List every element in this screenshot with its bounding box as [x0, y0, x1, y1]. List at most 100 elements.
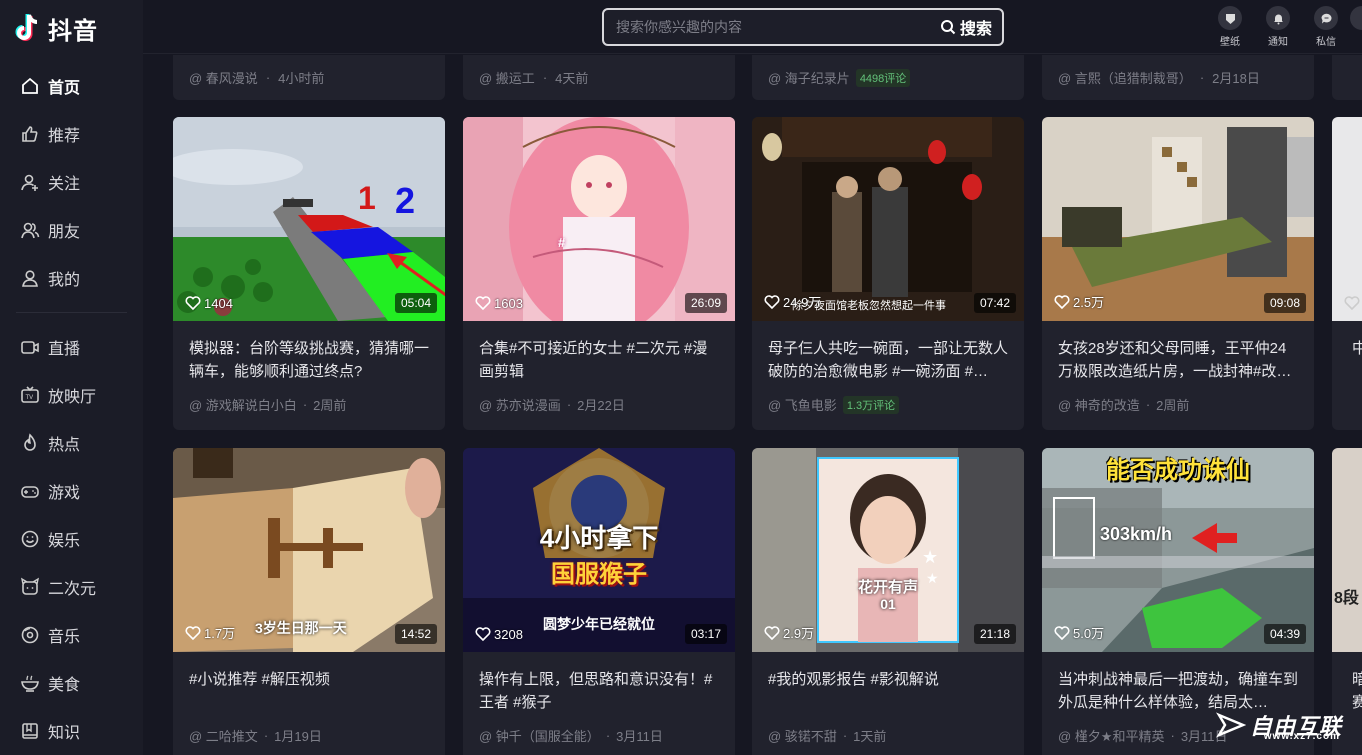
- nav-item-label: 推荐: [48, 128, 81, 145]
- video-duration: 07:42: [973, 293, 1016, 313]
- video-card-stub[interactable]: @ 搬运工 · 4天前: [463, 55, 735, 100]
- video-title[interactable]: 女孩28岁还和父母同睡，王平仲24万极限改造纸片房，一战封神#改…: [1042, 321, 1314, 387]
- post-time: 4小时前: [278, 71, 325, 86]
- post-time: 2周前: [1156, 398, 1190, 413]
- video-card[interactable]: 4小时拿下 国服猴子 圆梦少年已经就位 3208 03:17 操作有上限，但思路…: [463, 448, 735, 755]
- video-title[interactable]: 母子仨人共吃一碗面，一部让无数人破防的治愈微电影 #一碗汤面 #…: [752, 321, 1024, 387]
- nav-item-entertainment[interactable]: 娱乐: [0, 515, 143, 563]
- thumbnail-partial-text: 8段: [1334, 590, 1359, 607]
- nav-item-knowledge[interactable]: 知识: [0, 707, 143, 755]
- video-card[interactable]: 3岁生日那一天 1.7万 14:52 #小说推荐 #解压视频 @ 二哈推文 · 1月…: [173, 448, 445, 755]
- search-input[interactable]: [604, 10, 930, 44]
- author-name[interactable]: @ 游戏解说白小白: [189, 395, 297, 414]
- author-name[interactable]: @ 二哈推文: [189, 726, 258, 745]
- author-name[interactable]: @ 苏亦说漫画: [479, 395, 561, 414]
- video-title[interactable]: 合集#不可接近的女士 #二次元 #漫画剪辑: [463, 321, 735, 387]
- nav-item-home[interactable]: 首页: [0, 62, 143, 110]
- video-thumbnail: 4小时拿下 国服猴子 圆梦少年已经就位 3208 03:17: [463, 448, 735, 652]
- video-card-stub[interactable]: @ 言熙（追猎制裁哥） · 2月18日: [1042, 55, 1314, 100]
- message-button[interactable]: 私信: [1302, 6, 1350, 48]
- nav-item-recommend[interactable]: 推荐: [0, 110, 143, 158]
- nav-item-label: 关注: [48, 176, 81, 193]
- nav-item-me[interactable]: 我的: [0, 254, 143, 302]
- book-icon: [22, 723, 38, 739]
- bowl-icon: [21, 675, 39, 692]
- anime-icon: [21, 577, 39, 595]
- nav-item-cinema[interactable]: TV 放映厅: [0, 371, 143, 419]
- video-thumbnail: 8段: [1332, 448, 1362, 652]
- nav-item-label: 热点: [48, 437, 81, 454]
- heart-icon: [1344, 296, 1360, 311]
- video-meta: @ 苏亦说漫画 · 2月22日: [479, 395, 625, 414]
- home-icon: [22, 77, 38, 94]
- heart-icon: [764, 294, 780, 309]
- notification-button[interactable]: 通知: [1254, 6, 1302, 48]
- video-card-stub[interactable]: @ 海子纪录片 4498评论: [752, 55, 1024, 100]
- like-count: 5.0万: [1054, 623, 1104, 642]
- post-time: 3月11日: [616, 729, 663, 744]
- author-name[interactable]: @ 飞鱼电影: [768, 395, 837, 414]
- wallpaper-icon: [1225, 13, 1235, 24]
- svg-text:TV: TV: [26, 395, 34, 401]
- author-name[interactable]: @ 槿夕★和平精英: [1058, 726, 1164, 745]
- video-card[interactable]: 除夕夜面馆老板忽然想起一件事 24.9万 07:42 母子仨人共吃一碗面，一部让…: [752, 117, 1024, 430]
- author-name[interactable]: @ 神奇的改造: [1058, 395, 1140, 414]
- like-count: 2.5万: [1054, 292, 1104, 311]
- nav-item-music[interactable]: 音乐: [0, 611, 143, 659]
- video-thumbnail: [1332, 117, 1362, 321]
- nav-item-food[interactable]: 美食: [0, 659, 143, 707]
- search-button[interactable]: 搜索: [930, 15, 1002, 39]
- svg-text:1: 1: [358, 180, 376, 216]
- video-thumbnail: 除夕夜面馆老板忽然想起一件事 24.9万 07:42: [752, 117, 1024, 321]
- nav-item-label: 音乐: [48, 629, 81, 646]
- video-card-stub[interactable]: @ 春风漫说 · 4小时前: [173, 55, 445, 100]
- wallpaper-label: 壁纸: [1220, 37, 1240, 48]
- top-bar: 搜索 壁纸 通知 私信: [143, 0, 1362, 54]
- nav-item-follow[interactable]: 关注: [0, 158, 143, 206]
- video-card[interactable]: # 1603 26:09 合集#不可接近的女士 #二次元 #漫画剪辑 @ 苏亦说…: [463, 117, 735, 430]
- thumbnail-subheadline: 国服猴子: [551, 561, 647, 588]
- nav-item-anime[interactable]: 二次元: [0, 563, 143, 611]
- video-title-partial[interactable]: 中: [1332, 321, 1362, 387]
- smile-icon: [21, 530, 39, 548]
- author-name[interactable]: @ 骇锘不甜: [768, 726, 837, 745]
- author-name[interactable]: @ 钟千（国服全能）: [479, 726, 600, 745]
- nav-item-label: 二次元: [48, 581, 97, 598]
- video-card[interactable]: 2.5万 09:08 女孩28岁还和父母同睡，王平仲24万极限改造纸片房，一战封…: [1042, 117, 1314, 430]
- video-duration: 04:39: [1263, 624, 1306, 644]
- video-card[interactable]: 1 2 1404 05:04 模拟器：台阶等级挑战赛，猜猜哪一辆车，能够顺利通过…: [173, 117, 445, 430]
- video-title[interactable]: #小说推荐 #解压视频: [173, 652, 445, 718]
- heart-icon: [1054, 625, 1070, 640]
- music-disc-icon: [21, 626, 39, 644]
- thumbnail-headline: 4小时拿下: [539, 523, 659, 553]
- nav-item-label: 娱乐: [48, 533, 81, 550]
- like-count-value: 1.7万: [204, 626, 236, 641]
- like-count-value: 3208: [494, 626, 523, 642]
- live-camera-icon: [21, 341, 39, 354]
- video-card-partial[interactable]: 中: [1332, 117, 1362, 430]
- nav-menu: 首页 推荐 关注 朋友 我的 直播 TV 放映厅 热点 游戏 娱乐 二次元 音乐…: [0, 62, 143, 755]
- video-card-stub-partial[interactable]: [1332, 55, 1362, 100]
- thumbs-up-icon: [22, 126, 38, 142]
- nav-item-games[interactable]: 游戏: [0, 467, 143, 515]
- bell-icon: [1273, 14, 1283, 24]
- like-count: 1603: [475, 295, 523, 311]
- video-card[interactable]: ★ ★ 花开有声 01 2.9万 21:18 #我的观影报告 #影视解说 @ 骇…: [752, 448, 1024, 755]
- like-count: 3208: [475, 626, 523, 642]
- video-title[interactable]: 模拟器：台阶等级挑战赛，猜猜哪一辆车，能够顺利通过终点?: [173, 321, 445, 387]
- more-action-partial[interactable]: [1350, 6, 1362, 48]
- video-duration: 03:17: [684, 624, 727, 644]
- video-thumbnail: 3岁生日那一天 1.7万 14:52: [173, 448, 445, 652]
- video-title[interactable]: 操作有上限，但思路和意识没有！#王者 #猴子: [463, 652, 735, 718]
- app-logo[interactable]: 抖音: [12, 10, 98, 46]
- video-title[interactable]: #我的观影报告 #影视解说: [752, 652, 1024, 718]
- user-icon: [22, 270, 38, 287]
- sidebar: 抖音 首页 推荐 关注 朋友 我的 直播 TV 放映厅 热点 游戏 娱乐 二次元…: [0, 0, 143, 755]
- wallpaper-button[interactable]: 壁纸: [1206, 6, 1254, 48]
- like-count: 2.9万: [764, 623, 814, 642]
- nav-item-friends[interactable]: 朋友: [0, 206, 143, 254]
- nav-item-hot[interactable]: 热点: [0, 419, 143, 467]
- video-duration: 09:08: [1263, 293, 1306, 313]
- nav-item-live[interactable]: 直播: [0, 323, 143, 371]
- like-count: [1344, 295, 1362, 311]
